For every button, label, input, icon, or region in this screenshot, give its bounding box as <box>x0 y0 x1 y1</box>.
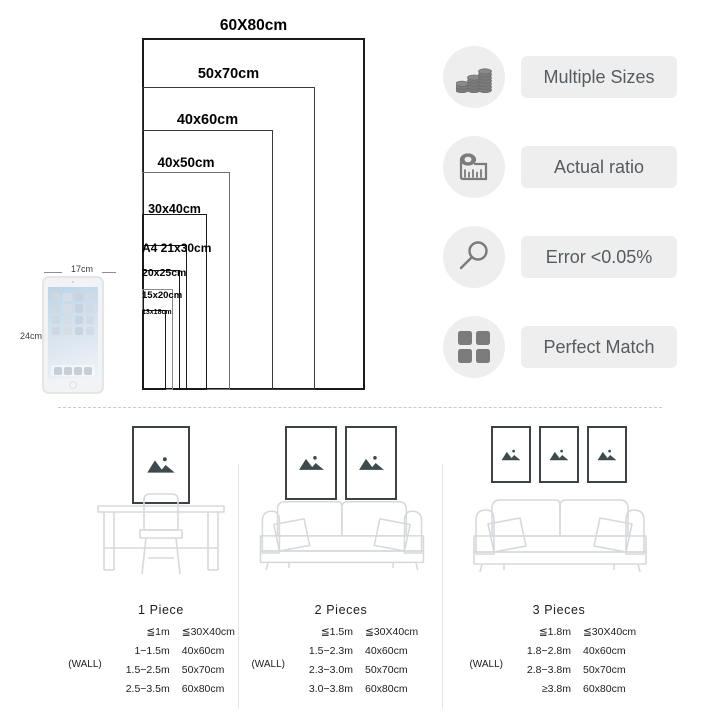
room-scene-one-piece <box>84 418 238 578</box>
sofa-illustration <box>444 490 674 578</box>
picture-placeholder-icon <box>548 448 570 462</box>
spec-size: 50x70cm <box>365 664 408 676</box>
arrangement-title-two-pieces: 2 Pieces <box>314 603 368 617</box>
room-scene-two-pieces <box>240 418 442 578</box>
arrangement-panel-three-pieces: 3 Pieces (WALL) ≦1.8m ≦30X40cm 1.8−2.8m 40x60… <box>444 418 674 718</box>
table-row: 2.8−3.8m 50x70cm <box>509 664 655 683</box>
magnifier-icon <box>443 226 505 288</box>
spec-table-one-piece: (WALL) ≦1m ≦30X40cm 1−1.5m 40x60cm 1.5−2.5m 50… <box>68 626 238 702</box>
spec-table-two-pieces: (WALL) ≦1.5m ≦30X40cm 1.5−2.3m 40x60cm 2.3−3.… <box>240 626 442 702</box>
framed-picture <box>285 426 337 500</box>
feature-row-3: Perfect Match <box>443 312 708 402</box>
section-divider <box>58 407 662 408</box>
feature-label-2: Error <0.05% <box>521 236 677 278</box>
picture-placeholder-icon <box>596 448 618 462</box>
framed-picture <box>539 426 579 483</box>
spec-rows: ≦1.8m ≦30X40cm 1.8−2.8m 40x60cm 2.8−3.8m 50x7… <box>509 626 655 702</box>
feature-label-1: Actual ratio <box>521 146 677 188</box>
feature-icon-background <box>443 136 505 198</box>
table-row: 1−1.5m 40x60cm <box>108 645 254 664</box>
spec-rows: ≦1m ≦30X40cm 1−1.5m 40x60cm 1.5−2.5m 50x70cm 2… <box>108 626 254 702</box>
size-label-4: 30x40cm <box>148 202 201 216</box>
feature-label-0: Multiple Sizes <box>521 56 677 98</box>
sofa-illustration <box>240 490 442 578</box>
spec-size: ≦30X40cm <box>365 626 419 638</box>
table-row: 2.5−3.5m 60x80cm <box>108 683 254 702</box>
spec-size: 50x70cm <box>583 664 626 676</box>
arrangement-title-three-pieces: 3 Pieces <box>532 603 586 617</box>
feature-label-3: Perfect Match <box>521 326 677 368</box>
spec-size: 40x60cm <box>365 645 408 657</box>
desk-and-chair-illustration <box>84 486 238 578</box>
framed-picture <box>587 426 627 483</box>
framed-picture <box>491 426 531 483</box>
feature-row-2: Error <0.05% <box>443 222 708 312</box>
spec-distance: 1.5−2.5m <box>125 664 170 676</box>
feature-list: Multiple Sizes Actual ratio Error <0.05% Pe… <box>443 42 708 402</box>
wall-label: (WALL) <box>469 658 503 670</box>
size-label-8: 13x18cm <box>142 309 172 316</box>
size-label-5: A4 21x30cm <box>142 241 212 255</box>
arrangement-panel-two-pieces: 2 Pieces (WALL) ≦1.5m ≦30X40cm 1.5−2.3m 40x60… <box>240 418 442 718</box>
spec-distance: 2.3−3.0m <box>308 664 353 676</box>
size-label-3: 40x50cm <box>157 155 215 170</box>
table-row: ≦1m ≦30X40cm <box>108 626 254 645</box>
table-row: 1.8−2.8m 40x60cm <box>509 645 655 664</box>
table-row: ≦1.8m ≦30X40cm <box>509 626 655 645</box>
spec-size: 60x80cm <box>583 683 626 695</box>
spec-size: 60x80cm <box>365 683 408 695</box>
spec-distance: ≦1m <box>146 626 170 638</box>
feature-icon-background <box>443 226 505 288</box>
spec-distance: ≦1.8m <box>538 626 571 638</box>
wall-label: (WALL) <box>68 658 102 670</box>
table-row: 2.3−3.0m 50x70cm <box>291 664 437 683</box>
spec-distance: 2.8−3.8m <box>526 664 571 676</box>
wall-label: (WALL) <box>251 658 285 670</box>
spec-rows: ≦1.5m ≦30X40cm 1.5−2.3m 40x60cm 2.3−3.0m 50x7… <box>291 626 437 702</box>
size-label-6: 20x25cm <box>142 267 187 279</box>
picture-placeholder-icon <box>500 448 522 462</box>
arrangement-guide-section: 1 Piece (WALL) ≦1m ≦30X40cm 1−1.5m 40x60cm 1.5… <box>0 418 720 720</box>
table-row: 1.5−2.3m 40x60cm <box>291 645 437 664</box>
feature-row-1: Actual ratio <box>443 132 708 222</box>
spec-distance: 1.8−2.8m <box>526 645 571 657</box>
framed-pictures-row <box>240 426 442 500</box>
framed-pictures-row <box>444 426 674 483</box>
spec-distance: 1.5−2.3m <box>308 645 353 657</box>
size-label-2: 40x60cm <box>176 112 239 128</box>
spec-distance: ≦1.5m <box>320 626 353 638</box>
table-row: 1.5−2.5m 50x70cm <box>108 664 254 683</box>
nested-size-rectangles: 60X80cm 50x70cm 40x60cm 40x50cm 30x40cm A4 21… <box>0 0 400 400</box>
table-row: ≥3.8m 60x80cm <box>509 683 655 702</box>
table-row: 3.0−3.8m 60x80cm <box>291 683 437 702</box>
spec-table-three-pieces: (WALL) ≦1.8m ≦30X40cm 1.8−2.8m 40x60cm 2.8−3.… <box>444 626 674 702</box>
size-label-1: 50x70cm <box>197 66 260 82</box>
coins-stack-icon <box>443 46 505 108</box>
table-row: ≦1.5m ≦30X40cm <box>291 626 437 645</box>
arrangement-title-one-piece: 1 Piece <box>138 603 184 617</box>
picture-placeholder-icon <box>357 454 386 472</box>
feature-icon-background <box>443 316 505 378</box>
size-comparison-section: 17cm 24cm 60X80cm 50x70cm 40x60cm 40x50cm 30… <box>0 0 720 408</box>
spec-distance: ≥3.8m <box>541 683 571 695</box>
arrangement-panel-one-piece: 1 Piece (WALL) ≦1m ≦30X40cm 1−1.5m 40x60cm 1.5… <box>68 418 238 718</box>
spec-size: 40x60cm <box>583 645 626 657</box>
spec-distance: 2.5−3.5m <box>125 683 170 695</box>
four-squares-grid-icon <box>443 316 505 378</box>
size-label-7: 15x20cm <box>142 290 183 301</box>
spec-size: ≦30X40cm <box>583 626 637 638</box>
size-label-0: 60X80cm <box>219 17 288 34</box>
measuring-tape-icon <box>443 136 505 198</box>
spec-distance: 1−1.5m <box>134 645 170 657</box>
feature-icon-background <box>443 46 505 108</box>
framed-picture <box>345 426 397 500</box>
feature-row-0: Multiple Sizes <box>443 42 708 132</box>
panel-divider-2 <box>442 464 443 709</box>
size-rect-13x18cm <box>142 310 166 390</box>
picture-placeholder-icon <box>145 455 177 475</box>
picture-placeholder-icon <box>297 454 326 472</box>
spec-distance: 3.0−3.8m <box>308 683 353 695</box>
room-scene-three-pieces <box>444 418 674 578</box>
